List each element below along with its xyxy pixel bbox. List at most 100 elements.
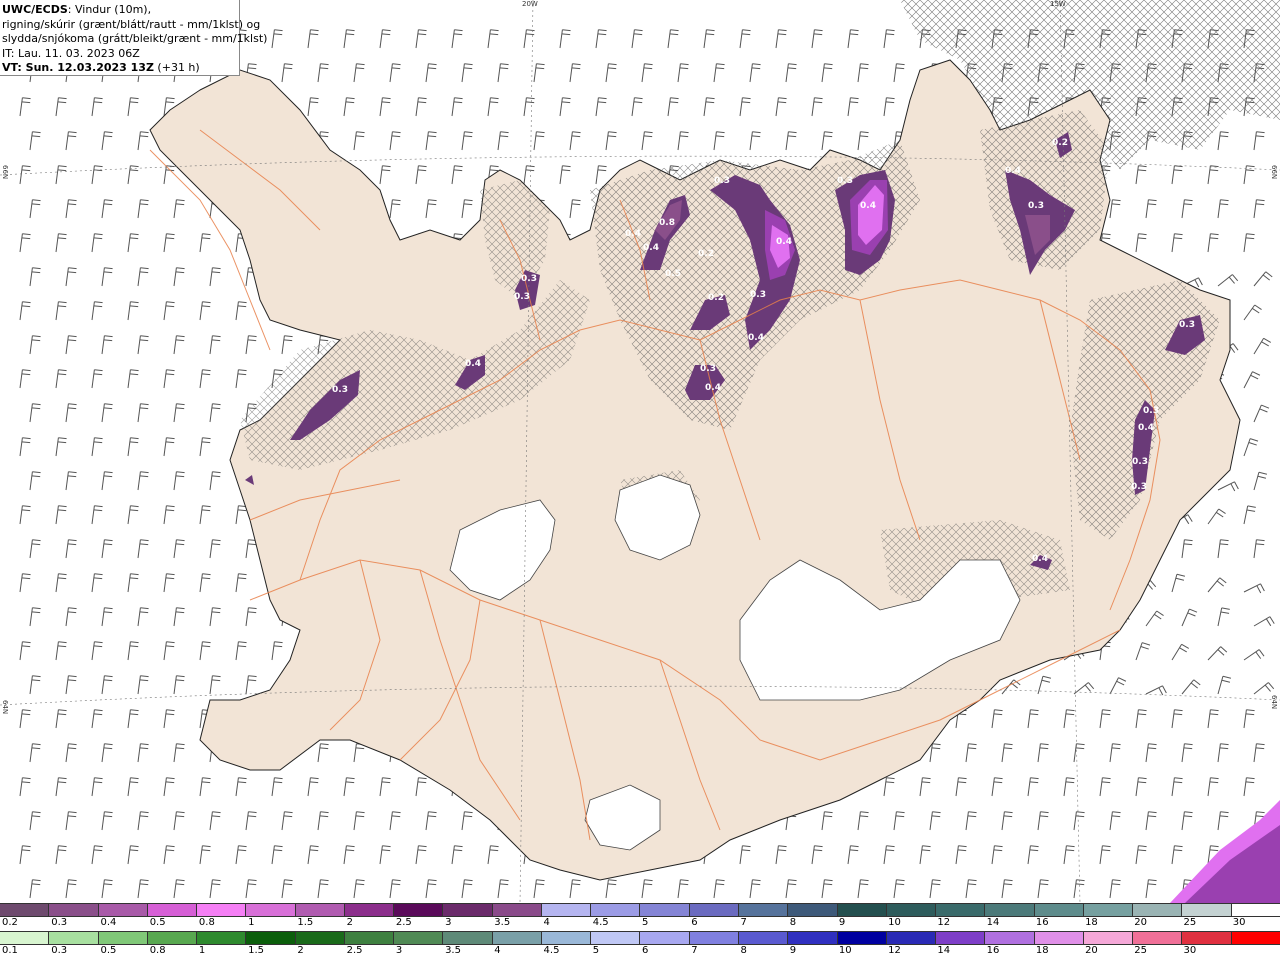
scale-tick-label: 14 — [986, 917, 1000, 928]
wind-barb — [771, 95, 789, 119]
wind-barb — [313, 61, 331, 85]
wind-barb — [1167, 163, 1185, 187]
precip-value-label: 0.3 — [1131, 482, 1147, 492]
wind-barb — [241, 877, 259, 901]
wind-barb — [169, 469, 187, 493]
wind-barb — [25, 537, 43, 561]
wind-barb — [925, 809, 943, 833]
scale-tick-label: 14 — [937, 945, 951, 956]
scale-tick-label: 7 — [691, 945, 698, 956]
wind-barb — [817, 129, 835, 153]
valid-time-line: VT: Sun. 12.03.2023 13Z (+31 h) — [2, 61, 239, 76]
wind-barb — [1242, 582, 1266, 598]
scale-tick-label: 10 — [888, 917, 901, 928]
wind-barb — [709, 61, 727, 85]
wind-barb — [205, 877, 223, 901]
scale-tick-label: 4.5 — [592, 917, 609, 928]
wind-barb — [1215, 273, 1239, 291]
wind-barb — [1240, 436, 1260, 460]
scale-swatch — [197, 932, 247, 944]
wind-barb — [457, 809, 475, 833]
wind-barb — [87, 299, 105, 323]
scale-tick-label: 0.3 — [51, 917, 68, 928]
wind-barb — [61, 129, 79, 153]
precip-value-label: 0.4 — [1005, 166, 1021, 176]
wind-barb — [843, 843, 861, 867]
wind-barb — [241, 673, 259, 697]
wind-barb — [1203, 707, 1221, 731]
snow-color-scale — [0, 903, 1280, 917]
wind-barb — [421, 61, 439, 85]
wind-barb — [421, 197, 439, 221]
wind-barb — [447, 163, 465, 187]
wind-barb — [231, 367, 249, 391]
wind-barb — [123, 299, 141, 323]
wind-barb — [195, 571, 213, 595]
wind-barb — [1069, 877, 1087, 901]
model-name: UWC/ECDS — [2, 3, 68, 16]
scale-swatch — [197, 904, 247, 916]
wind-barb — [1249, 129, 1267, 153]
scale-tick-label: 18 — [1035, 945, 1049, 956]
wind-barb — [277, 61, 295, 85]
scale-swatch — [246, 904, 296, 916]
wind-barb — [807, 27, 825, 51]
wind-barb — [1179, 678, 1202, 699]
wind-barb — [375, 95, 393, 119]
wind-barb — [781, 61, 799, 85]
wind-barb — [205, 605, 223, 629]
wind-barb — [1242, 648, 1265, 666]
rain-color-scale — [0, 931, 1280, 945]
wind-barb — [601, 61, 619, 85]
wind-barb — [699, 95, 717, 119]
wind-barb — [663, 27, 681, 51]
wind-barb — [123, 231, 141, 255]
lat-label-64n-right: 64N — [1270, 695, 1278, 710]
wind-barb — [25, 673, 43, 697]
wind-barb — [349, 877, 367, 901]
wind-barb — [385, 809, 403, 833]
wind-barb — [447, 95, 465, 119]
scale-swatch — [936, 904, 986, 916]
wind-barb — [673, 877, 691, 901]
scale-tick-label: 30 — [1183, 945, 1197, 956]
forecast-hour: (+31 h) — [153, 61, 200, 74]
wind-barb — [1213, 673, 1233, 697]
wind-barb — [1141, 741, 1159, 765]
wind-barb — [411, 775, 429, 799]
wind-barb — [1167, 843, 1185, 867]
precip-value-label: 0.2 — [1052, 138, 1068, 148]
scale-swatch — [985, 932, 1035, 944]
wind-barb — [1059, 707, 1077, 731]
wind-barb — [25, 401, 43, 425]
wind-barb — [879, 95, 897, 119]
wind-barb — [493, 877, 511, 901]
wind-barb — [87, 367, 105, 391]
wind-barb — [133, 197, 151, 221]
wind-barb — [457, 129, 475, 153]
wind-barb — [133, 333, 151, 357]
wind-barb — [169, 265, 187, 289]
wind-barb — [1177, 537, 1195, 561]
precip-value-label: 0.4 — [643, 243, 659, 253]
wind-barb — [97, 333, 115, 357]
wind-barb — [853, 877, 871, 901]
wind-barb — [123, 503, 141, 527]
info-line-3: slydda/snjókoma (grátt/bleikt/grænt - mm… — [2, 32, 268, 45]
wind-barb — [385, 61, 403, 85]
wind-barb — [195, 775, 213, 799]
init-time: IT: Lau. 11. 03. 2023 06Z — [2, 46, 140, 60]
wind-barb — [313, 809, 331, 833]
info-line-1-text: : Vindur (10m), — [67, 3, 152, 16]
scale-swatch — [837, 932, 887, 944]
precip-value-label: 0.8 — [659, 218, 675, 228]
wind-barb — [195, 231, 213, 255]
wind-barb — [97, 877, 115, 901]
scale-tick-label: 3.5 — [445, 945, 461, 956]
wind-barb — [123, 435, 141, 459]
wind-barb — [159, 503, 177, 527]
wind-barb — [555, 95, 573, 119]
scale-swatch — [98, 932, 148, 944]
wind-barb — [15, 95, 33, 119]
lon-label-20w: 20W — [522, 0, 538, 8]
